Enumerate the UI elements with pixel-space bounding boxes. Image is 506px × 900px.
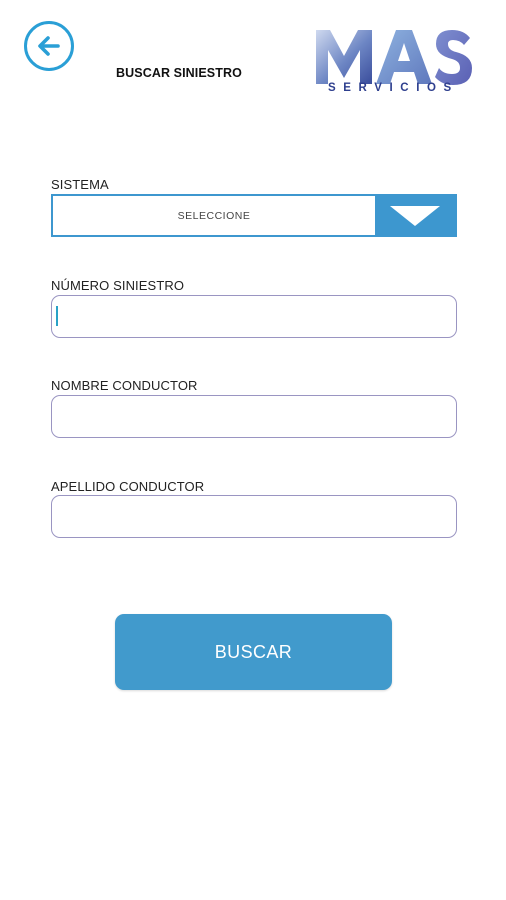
mas-servicios-logo: SERVICIOS <box>314 24 484 98</box>
sistema-select[interactable]: SELECCIONE <box>51 194 457 237</box>
nombre-conductor-label: NOMBRE CONDUCTOR <box>51 378 198 393</box>
sistema-label: SISTEMA <box>51 177 109 192</box>
page-title: BUSCAR SINIESTRO <box>116 66 242 80</box>
buscar-button[interactable]: BUSCAR <box>115 614 392 690</box>
text-cursor <box>56 306 58 326</box>
arrow-left-icon <box>38 36 60 56</box>
logo-subtitle: SERVICIOS <box>328 82 459 94</box>
logo-mas-wordmark <box>316 30 472 85</box>
nombre-conductor-input[interactable] <box>51 395 457 438</box>
numero-siniestro-label: NÚMERO SINIESTRO <box>51 278 185 293</box>
numero-siniestro-input[interactable] <box>51 295 457 338</box>
back-button[interactable] <box>24 21 74 71</box>
apellido-conductor-input[interactable] <box>51 495 457 538</box>
apellido-conductor-label: APELLIDO CONDUCTOR <box>51 479 205 494</box>
chevron-down-icon <box>390 205 440 226</box>
sistema-dropdown-toggle[interactable] <box>375 196 455 235</box>
app-screen: BUSCAR SINIESTRO SERVICIOS SISTEMA SELEC… <box>0 0 506 900</box>
sistema-selected-value: SELECCIONE <box>177 209 251 222</box>
